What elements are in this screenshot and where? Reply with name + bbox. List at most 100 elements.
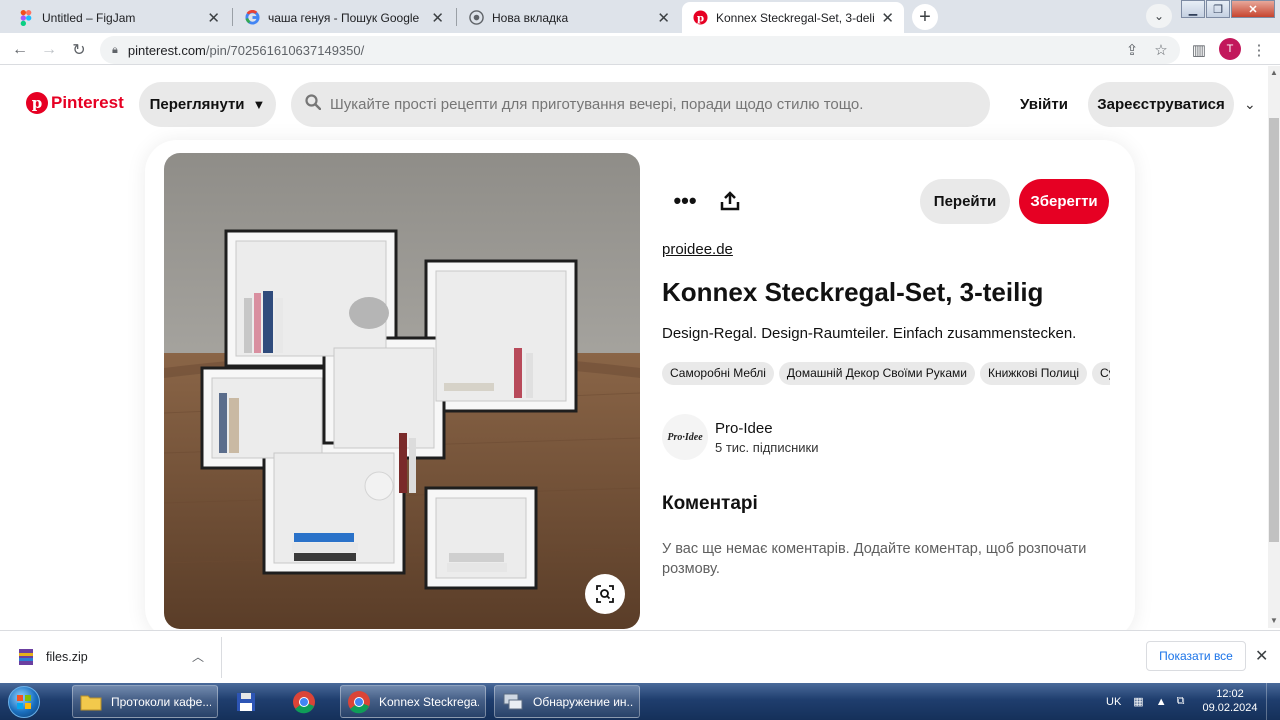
language-indicator[interactable]: UK	[1106, 696, 1121, 708]
address-bar[interactable]: 🔒︎ pinterest.com/pin/702561610637149350/	[100, 36, 1180, 64]
goto-button[interactable]: Перейти	[920, 179, 1010, 224]
chevron-down-icon: ▼	[252, 97, 266, 112]
browse-label: Переглянути	[149, 96, 245, 113]
pinterest-logo[interactable]: p Pinterest	[26, 92, 124, 114]
bookmark-star-icon[interactable]: ☆	[1150, 39, 1172, 61]
clock[interactable]: 12:02 09.02.2024	[1202, 687, 1258, 715]
scrollbar-thumb[interactable]	[1269, 118, 1279, 542]
tab-pinterest-active[interactable]: p Konnex Steckregal-Set, 3-delig - ✕	[682, 2, 904, 33]
menu-kebab-icon[interactable]: ⋮	[1248, 39, 1270, 61]
svg-text:p: p	[696, 12, 703, 24]
window-close-button[interactable]: ✕	[1231, 0, 1275, 18]
side-panel-icon[interactable]: ▥	[1188, 39, 1210, 61]
taskbar-item-chrome-pinterest[interactable]: Konnex Steckrega...	[340, 685, 486, 718]
author-avatar[interactable]: Pro·Idee	[662, 414, 708, 460]
forward-arrow-icon[interactable]: →	[38, 39, 60, 61]
tab-google-search[interactable]: чаша генуя - Пошук Google ✕	[234, 2, 454, 33]
pin-description: Design-Regal. Design-Raumteiler. Einfach…	[662, 325, 1077, 342]
share-page-icon[interactable]: ⇪	[1121, 39, 1143, 61]
tab-figjam[interactable]: Untitled – FigJam ✕	[8, 2, 230, 33]
pin-image[interactable]	[164, 153, 640, 629]
profile-avatar[interactable]: T	[1219, 38, 1241, 60]
pinterest-icon: p	[692, 10, 708, 26]
tab-title: Untitled – FigJam	[42, 10, 136, 25]
minimize-button[interactable]: ▁	[1181, 0, 1205, 18]
chrome-icon	[347, 690, 371, 714]
url-host: pinterest.com	[127, 42, 206, 58]
search-input[interactable]: Шукайте прості рецепти для приготування …	[291, 82, 990, 127]
search-placeholder: Шукайте прості рецепти для приготування …	[330, 96, 864, 113]
browse-button[interactable]: Переглянути ▼	[139, 82, 276, 127]
keyboard-icon[interactable]: ▦	[1133, 695, 1143, 708]
author-name[interactable]: Pro-Idee	[715, 420, 773, 437]
tab-close-icon[interactable]: ✕	[881, 9, 894, 27]
pinterest-logo-icon: p	[26, 92, 48, 114]
tab-title: Konnex Steckregal-Set, 3-delig -	[716, 10, 876, 25]
clock-date: 09.02.2024	[1202, 702, 1258, 714]
tab-close-icon[interactable]: ✕	[431, 9, 444, 27]
tab-search-button[interactable]: ⌄	[1146, 4, 1172, 28]
folder-icon	[79, 690, 103, 714]
comments-title: Коментарі	[662, 493, 758, 514]
author-followers: 5 тис. підписники	[715, 440, 819, 455]
back-arrow-icon[interactable]: ←	[9, 39, 31, 61]
maximize-button[interactable]: ❐	[1206, 0, 1230, 18]
zip-file-icon	[18, 648, 34, 666]
window-controls: ▁ ❐ ✕	[1180, 0, 1275, 18]
taskbar-item-label: Konnex Steckrega...	[379, 694, 479, 709]
start-button[interactable]	[4, 683, 44, 720]
show-desktop-button[interactable]	[1266, 683, 1280, 720]
screen: Untitled – FigJam ✕ чаша генуя - Пошук G…	[0, 0, 1280, 720]
taskbar-item-explorer[interactable]: Протоколи кафе...	[72, 685, 218, 718]
tag-chip[interactable]: Книжкові Полиці	[979, 362, 1088, 385]
tray-expand-icon[interactable]: ▲	[1156, 696, 1167, 708]
tab-new-tab[interactable]: Нова вкладка ✕	[458, 2, 680, 33]
save-button[interactable]: Зберегти	[1019, 179, 1109, 224]
tab-separator	[456, 8, 457, 26]
download-divider	[221, 637, 222, 678]
source-domain-link[interactable]: proidee.de	[662, 241, 733, 258]
tab-separator	[232, 8, 233, 26]
taskbar-item-network[interactable]: Обнаружение ин...	[494, 685, 640, 718]
chevron-down-icon[interactable]: ⌄	[1244, 96, 1256, 113]
chrome-icon	[292, 690, 316, 714]
new-tab-button[interactable]: +	[912, 4, 938, 30]
browser-toolbar: ← → ↻ 🔒︎ pinterest.com/pin/7025616106371…	[0, 33, 1280, 65]
chevron-up-icon[interactable]: ︿	[192, 648, 204, 665]
taskbar-item-chrome[interactable]	[286, 685, 330, 718]
pin-title: Konnex Steckregal-Set, 3-teilig	[662, 277, 1044, 307]
tab-strip: Untitled – FigJam ✕ чаша генуя - Пошук G…	[0, 0, 1280, 33]
comments-empty-text: У вас ще немає коментарів. Додайте комен…	[662, 541, 1087, 577]
tag-chip[interactable]: Домашній Декор Своїми Руками	[778, 362, 975, 385]
taskbar-item-save[interactable]	[228, 685, 272, 718]
system-tray: UK ▦ ▲ ⧉	[1100, 683, 1184, 720]
tab-close-icon[interactable]: ✕	[207, 9, 220, 27]
network-tray-icon[interactable]: ⧉	[1177, 695, 1185, 708]
show-all-downloads-button[interactable]: Показати все	[1146, 641, 1246, 671]
search-icon	[305, 94, 322, 115]
scroll-up-icon[interactable]: ▲	[1268, 68, 1280, 80]
visual-search-icon[interactable]	[585, 574, 625, 614]
scroll-down-icon[interactable]: ▼	[1268, 616, 1280, 628]
tag-chip[interactable]: Саморобні Меблі	[662, 362, 774, 385]
close-icon[interactable]: ✕	[1255, 646, 1268, 666]
tag-chip[interactable]: Сучасні	[1092, 362, 1110, 385]
signup-button[interactable]: Зареєструватися	[1088, 82, 1234, 127]
tab-title: Нова вкладка	[492, 10, 569, 25]
windows-logo-icon	[8, 685, 40, 718]
chevron-down-icon: ⌄	[1153, 9, 1165, 23]
taskbar-item-label: Обнаружение ин...	[533, 694, 633, 709]
more-options-icon[interactable]: •••	[670, 186, 700, 216]
reload-icon[interactable]: ↻	[68, 39, 90, 61]
login-button[interactable]: Увійти	[1008, 82, 1080, 127]
tab-close-icon[interactable]: ✕	[657, 9, 670, 27]
url-path: /pin/702561610637149350/	[205, 42, 365, 58]
network-icon	[501, 690, 525, 714]
pinterest-header: p Pinterest Переглянути ▼ Шукайте прості…	[0, 66, 1268, 144]
taskbar-item-label: Протоколи кафе...	[111, 694, 211, 709]
lock-icon: 🔒︎	[112, 43, 118, 56]
share-icon[interactable]	[715, 186, 745, 216]
download-file-name[interactable]: files.zip	[46, 650, 88, 664]
tab-title: чаша генуя - Пошук Google	[268, 10, 420, 25]
windows-taskbar: Протоколи кафе... Konnex Steckrega... Об…	[0, 683, 1280, 720]
